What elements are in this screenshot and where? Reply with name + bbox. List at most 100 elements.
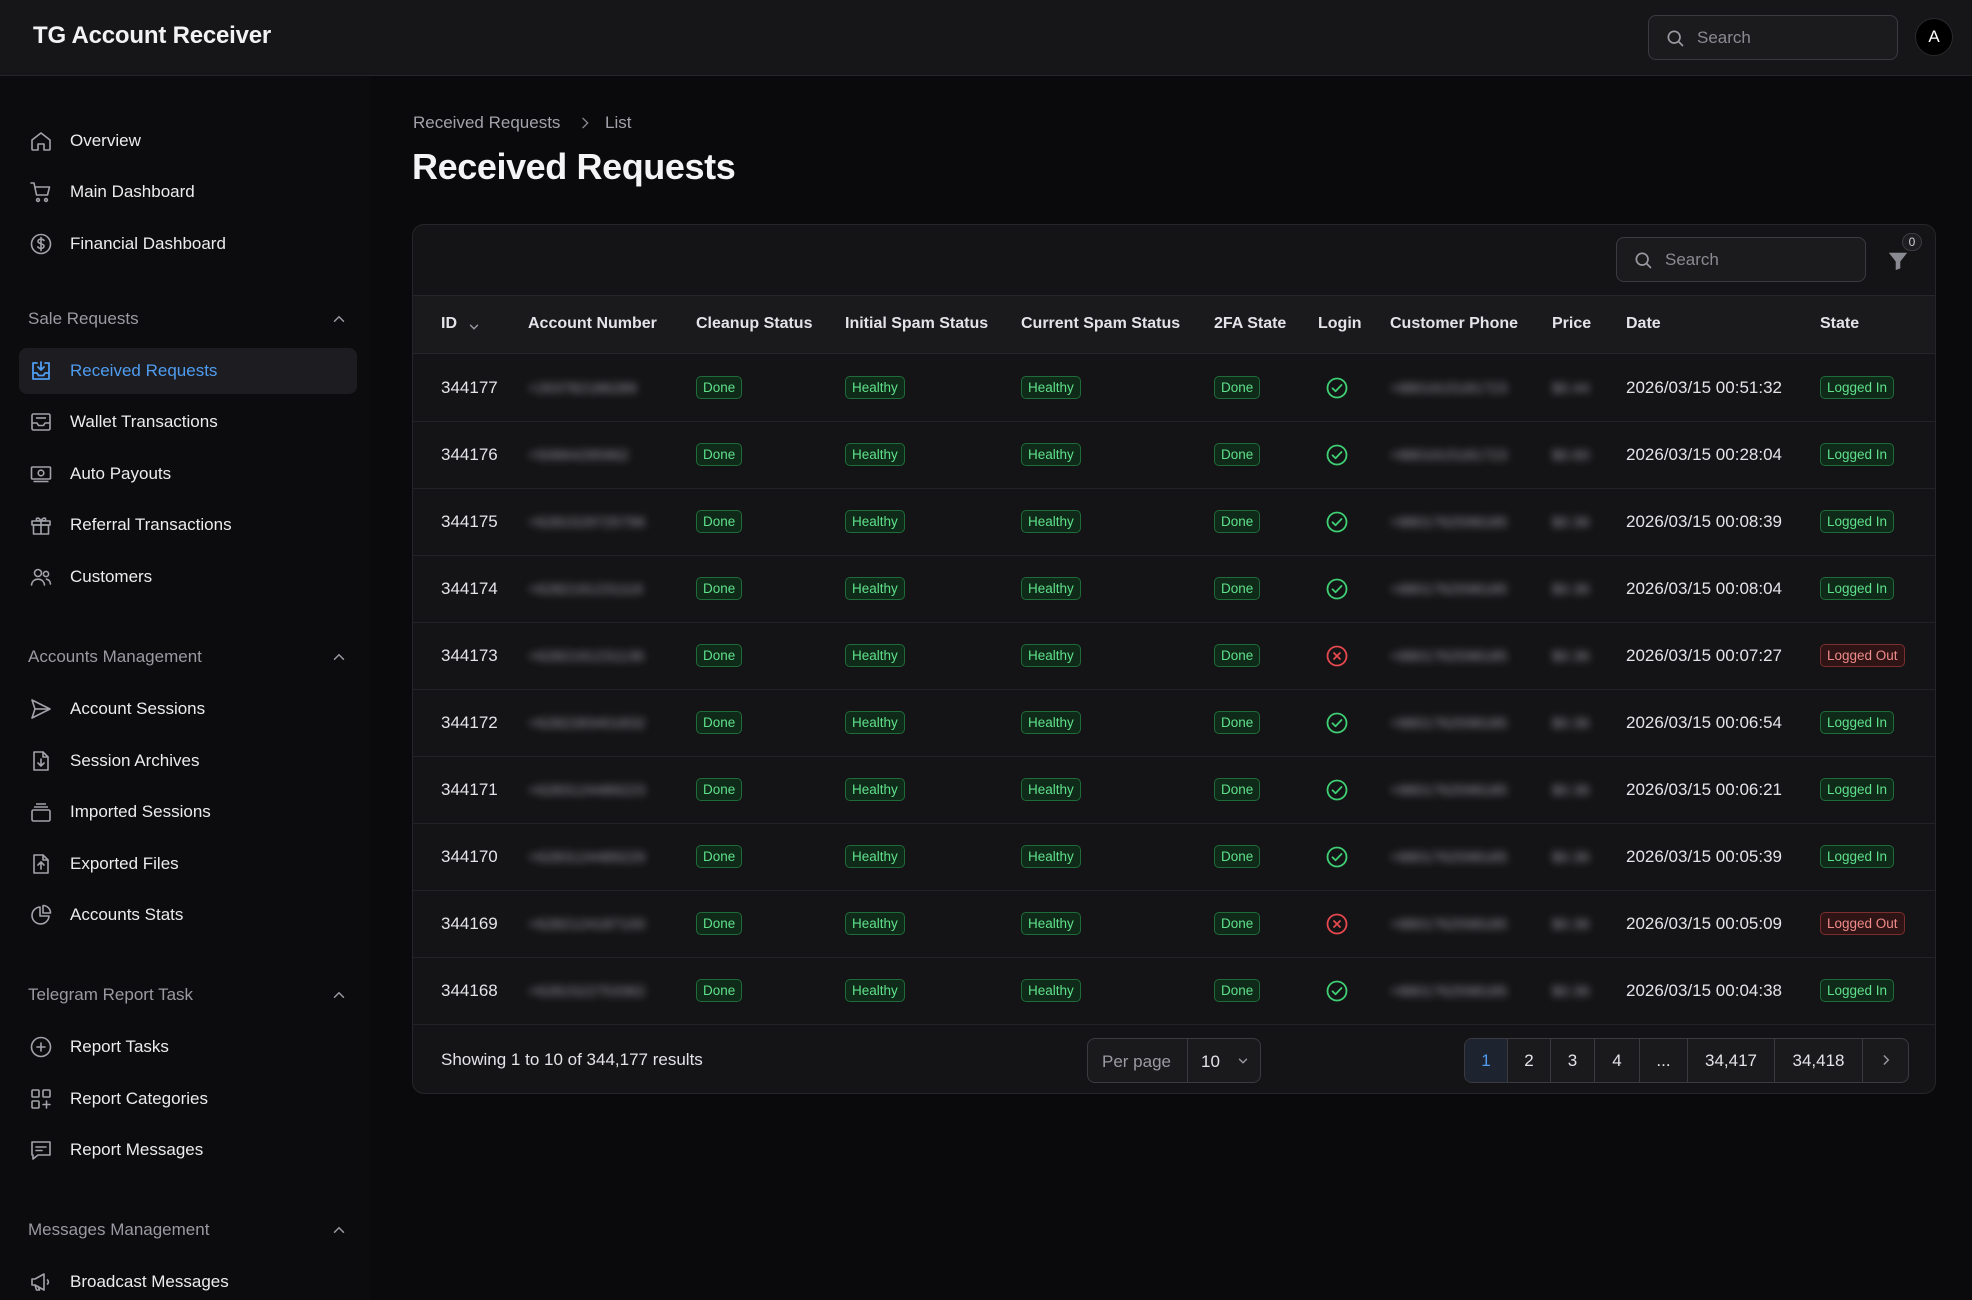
sidebar-item-account-sessions[interactable]: Account Sessions bbox=[19, 686, 357, 732]
state-badge: Logged Out bbox=[1820, 912, 1905, 935]
table-row[interactable]: 344174 +6282191231116 Done Healthy Healthy Do… bbox=[413, 556, 1935, 623]
row-customer-phone: +8801762598185 bbox=[1390, 983, 1508, 1000]
global-search[interactable] bbox=[1648, 15, 1898, 60]
file-upload-icon bbox=[33, 854, 49, 874]
table-row[interactable]: 344171 +6283124489223 Done Healthy Healthy Do… bbox=[413, 757, 1935, 824]
column-header-login: Login bbox=[1318, 315, 1362, 332]
row-account-number: +6283124489229 bbox=[528, 849, 646, 866]
check-circle-icon bbox=[1326, 511, 1348, 533]
global-search-input[interactable] bbox=[1697, 16, 1887, 59]
current-spam-status-badge: Healthy bbox=[1021, 510, 1081, 533]
pagination: 1 2 3 4 ... 34,417 34,418 bbox=[1464, 1038, 1909, 1083]
sidebar-group-telegram-report-task[interactable]: Telegram Report Task bbox=[28, 982, 348, 1008]
page-button-3[interactable]: 3 bbox=[1551, 1039, 1595, 1082]
sidebar-item-main-dashboard[interactable]: Main Dashboard bbox=[19, 169, 357, 215]
check-circle-icon bbox=[1326, 980, 1348, 1002]
sidebar-item-report-messages[interactable]: Report Messages bbox=[19, 1127, 357, 1173]
sidebar-item-customers[interactable]: Customers bbox=[19, 554, 357, 600]
row-id: 344177 bbox=[441, 378, 498, 397]
row-customer-phone: +8801762598185 bbox=[1390, 648, 1508, 665]
per-page-divider bbox=[1187, 1039, 1188, 1082]
table-row[interactable]: 344177 +263782186289 Done Healthy Healthy Don… bbox=[413, 355, 1935, 422]
table-row[interactable]: 344168 +6281522753362 Done Healthy Healthy Do… bbox=[413, 958, 1935, 1025]
sidebar: Overview Main Dashboard Financial Dashbo… bbox=[0, 77, 370, 1300]
sidebar-item-broadcast-messages[interactable]: Broadcast Messages bbox=[19, 1259, 357, 1300]
sidebar-group-label: Accounts Management bbox=[28, 647, 202, 666]
table-row[interactable]: 344173 +6282191231136 Done Healthy Healthy Do… bbox=[413, 623, 1935, 690]
table-row[interactable]: 344170 +6283124489229 Done Healthy Healthy Do… bbox=[413, 824, 1935, 891]
table-row[interactable]: 344172 +6282283401832 Done Healthy Healthy Do… bbox=[413, 690, 1935, 757]
row-price: $0.36 bbox=[1552, 581, 1590, 598]
sidebar-item-wallet-transactions[interactable]: Wallet Transactions bbox=[19, 399, 357, 445]
users-icon bbox=[30, 568, 52, 586]
column-header-date: Date bbox=[1626, 315, 1661, 332]
top-bar: TG Account Receiver A bbox=[0, 0, 1972, 76]
cleanup-status-badge: Done bbox=[696, 778, 743, 801]
current-spam-status-badge: Healthy bbox=[1021, 979, 1081, 1002]
2fa-state-badge: Done bbox=[1214, 778, 1261, 801]
cleanup-status-badge: Done bbox=[696, 443, 743, 466]
sidebar-item-label: Exported Files bbox=[70, 854, 179, 873]
sidebar-item-report-tasks[interactable]: Report Tasks bbox=[19, 1024, 357, 1070]
inbox-download-icon bbox=[32, 361, 50, 380]
current-spam-status-badge: Healthy bbox=[1021, 443, 1081, 466]
sidebar-item-auto-payouts[interactable]: Auto Payouts bbox=[19, 451, 357, 497]
state-badge: Logged In bbox=[1820, 778, 1895, 801]
search-icon bbox=[1667, 30, 1684, 47]
page-button-4[interactable]: 4 bbox=[1595, 1039, 1640, 1082]
sidebar-item-referral-transactions[interactable]: Referral Transactions bbox=[19, 502, 357, 548]
table-row[interactable]: 344176 +50664295962 Done Healthy Healthy Done… bbox=[413, 422, 1935, 489]
chevron-down-icon[interactable] bbox=[467, 320, 481, 334]
row-date: 2026/03/15 00:04:38 bbox=[1626, 981, 1782, 1000]
search-icon bbox=[1635, 252, 1652, 269]
sidebar-item-label: Financial Dashboard bbox=[70, 234, 226, 253]
state-badge: Logged In bbox=[1820, 979, 1895, 1002]
sidebar-group-label: Messages Management bbox=[28, 1220, 210, 1239]
sidebar-group-messages-management[interactable]: Messages Management bbox=[28, 1217, 348, 1243]
page-button-2[interactable]: 2 bbox=[1508, 1039, 1551, 1082]
sidebar-item-received-requests[interactable]: Received Requests bbox=[19, 348, 357, 394]
table-search[interactable] bbox=[1616, 237, 1866, 282]
column-header-id[interactable]: ID bbox=[441, 315, 457, 333]
state-badge: Logged Out bbox=[1820, 644, 1905, 667]
initial-spam-status-badge: Healthy bbox=[845, 443, 905, 466]
row-price: $0.36 bbox=[1552, 983, 1590, 1000]
row-date: 2026/03/15 00:07:27 bbox=[1626, 646, 1782, 665]
sidebar-item-imported-sessions[interactable]: Imported Sessions bbox=[19, 789, 357, 835]
sidebar-group-sale-requests[interactable]: Sale Requests bbox=[28, 306, 348, 332]
page-button-1[interactable]: 1 bbox=[1465, 1039, 1508, 1082]
table-header: ID Account Number Cleanup Status Initial… bbox=[413, 295, 1935, 354]
per-page-select[interactable]: Per page 10 bbox=[1087, 1038, 1261, 1083]
column-header-price: Price bbox=[1552, 315, 1592, 332]
sidebar-item-accounts-stats[interactable]: Accounts Stats bbox=[19, 892, 357, 938]
next-page-button[interactable] bbox=[1863, 1039, 1908, 1082]
table-footer: Showing 1 to 10 of 344,177 results Per p… bbox=[413, 1025, 1935, 1093]
user-avatar[interactable]: A bbox=[1915, 18, 1953, 56]
sidebar-item-session-archives[interactable]: Session Archives bbox=[19, 738, 357, 784]
sidebar-item-financial-dashboard[interactable]: Financial Dashboard bbox=[19, 221, 357, 267]
inbox-icon bbox=[31, 413, 51, 431]
current-spam-status-badge: Healthy bbox=[1021, 912, 1081, 935]
page-ellipsis: ... bbox=[1640, 1039, 1688, 1082]
table-row[interactable]: 344169 +6282124187100 Done Healthy Healthy Do… bbox=[413, 891, 1935, 958]
sidebar-item-overview[interactable]: Overview bbox=[19, 118, 357, 164]
shopping-cart-icon bbox=[30, 182, 51, 203]
current-spam-status-badge: Healthy bbox=[1021, 778, 1081, 801]
filter-count-badge: 0 bbox=[1902, 233, 1922, 251]
page-button-34418[interactable]: 34,418 bbox=[1775, 1039, 1863, 1082]
2fa-state-badge: Done bbox=[1214, 376, 1261, 399]
breadcrumb-parent[interactable]: Received Requests bbox=[413, 113, 560, 133]
sidebar-item-label: Report Messages bbox=[70, 1140, 204, 1159]
row-id: 344173 bbox=[441, 646, 498, 665]
sidebar-group-accounts-management[interactable]: Accounts Management bbox=[28, 644, 348, 670]
initial-spam-status-badge: Healthy bbox=[845, 845, 905, 868]
row-account-number: +263782186289 bbox=[528, 380, 637, 397]
row-id: 344172 bbox=[441, 713, 498, 732]
table-row[interactable]: 344175 +6281529725796 Done Healthy Healthy Do… bbox=[413, 489, 1935, 556]
row-price: $0.44 bbox=[1552, 380, 1590, 397]
sidebar-item-report-categories[interactable]: Report Categories bbox=[19, 1076, 357, 1122]
table-search-input[interactable] bbox=[1665, 238, 1855, 281]
sidebar-item-exported-files[interactable]: Exported Files bbox=[19, 841, 357, 887]
page-button-34417[interactable]: 34,417 bbox=[1688, 1039, 1775, 1082]
current-spam-status-badge: Healthy bbox=[1021, 711, 1081, 734]
